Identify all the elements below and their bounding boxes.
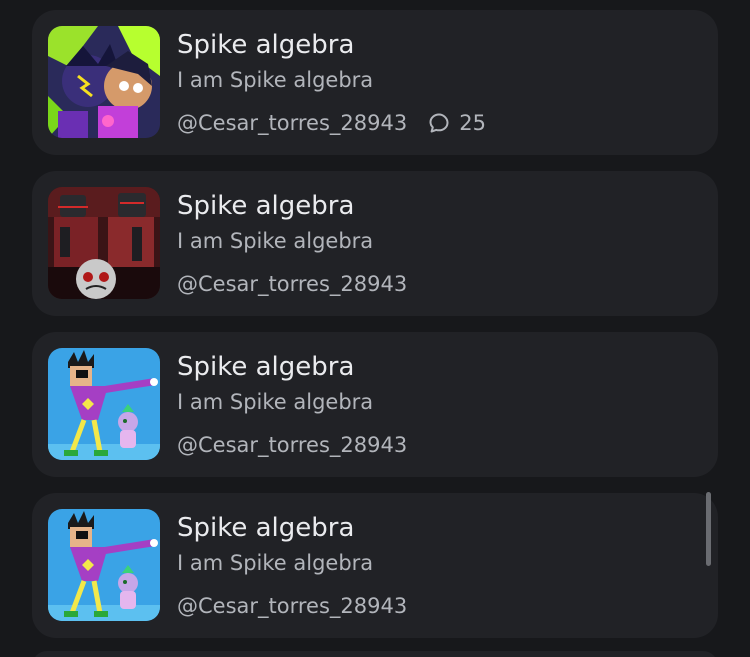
bot-description: I am Spike algebra [177,229,374,253]
bot-card[interactable]: Spike algebra I am Spike algebra @Cesar_… [32,332,718,477]
scrollbar-thumb[interactable] [706,492,711,566]
bot-card[interactable]: Spike algebra I am Spike algebra @Cesar_… [32,493,718,638]
bot-card[interactable]: Spike algebra I am Spike algebra @Cesar_… [32,10,718,155]
bot-list: Spike algebra I am Spike algebra @Cesar_… [0,0,750,657]
bot-meta: @Cesar_torres_28943 [177,270,407,298]
dark-neon-characters-art [48,26,160,138]
bot-avatar [48,348,160,460]
bot-avatar [48,187,160,299]
bot-meta: @Cesar_torres_28943 [177,592,407,620]
bot-title: Spike algebra [177,352,355,382]
bot-title: Spike algebra [177,30,355,60]
bot-meta: @Cesar_torres_28943 [177,431,407,459]
author-handle[interactable]: @Cesar_torres_28943 [177,594,407,618]
comment-icon [429,113,449,133]
comment-count-value: 25 [459,111,486,135]
bot-description: I am Spike algebra [177,390,374,414]
bot-meta: @Cesar_torres_28943 25 [177,109,486,137]
red-robot-characters-art [48,187,160,299]
author-handle[interactable]: @Cesar_torres_28943 [177,272,407,296]
purple-figure-blue-sky-art [48,509,160,621]
author-handle[interactable]: @Cesar_torres_28943 [177,111,407,135]
author-handle[interactable]: @Cesar_torres_28943 [177,433,407,457]
bot-avatar [48,26,160,138]
bot-title: Spike algebra [177,191,355,221]
bot-card[interactable]: Spike algebra I am Spike algebra @Cesar_… [32,171,718,316]
purple-figure-blue-sky-art [48,348,160,460]
bot-avatar [48,509,160,621]
bot-description: I am Spike algebra [177,68,374,92]
bot-card-partial[interactable] [32,651,718,657]
bot-description: I am Spike algebra [177,551,374,575]
bot-title: Spike algebra [177,513,355,543]
comment-count: 25 [427,111,486,135]
